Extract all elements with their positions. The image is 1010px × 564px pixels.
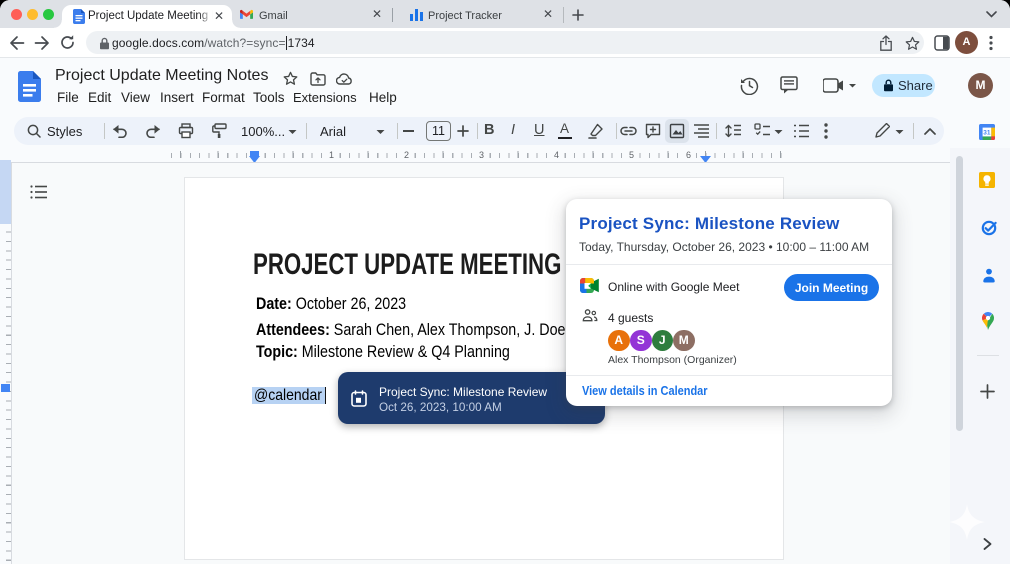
svg-text:31: 31 xyxy=(983,129,991,136)
